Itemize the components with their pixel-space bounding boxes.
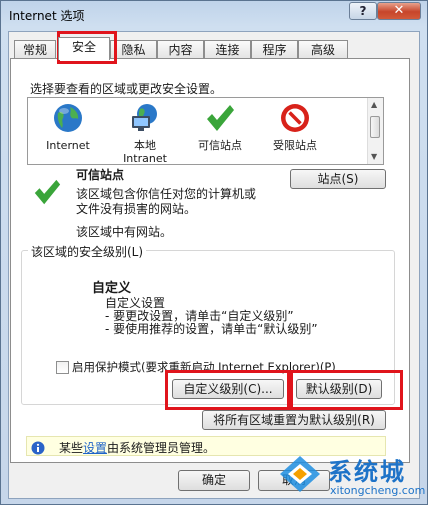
zone-restricted-label: 受限站点 <box>273 139 317 152</box>
selected-zone-status: 该区域中有网站。 <box>76 225 173 239</box>
tab-programs[interactable]: 程序 <box>251 40 298 59</box>
watermark-brand: 系统城 <box>328 458 406 486</box>
selected-zone-name: 可信站点 <box>76 168 125 182</box>
zone-intranet-label-1: 本地 <box>134 139 156 152</box>
admin-notice-text: 某些设置由系统管理员管理。 <box>59 439 215 456</box>
ok-button[interactable]: 确定 <box>178 470 250 491</box>
zone-prompt: 选择要查看的区域或更改安全设置。 <box>30 82 223 96</box>
scroll-down-icon[interactable]: ▼ <box>371 152 377 161</box>
info-icon <box>31 441 45 455</box>
watermark-logo-icon <box>280 456 320 492</box>
reset-all-zones-button[interactable]: 将所有区域重置为默认级别(R) <box>202 410 386 430</box>
zone-local-intranet[interactable]: 本地 Intranet <box>113 98 177 165</box>
watermark: 系统城 xitongcheng.com <box>272 450 428 505</box>
tab-content[interactable]: 内容 <box>157 40 204 59</box>
highlight-custom-level <box>165 370 290 410</box>
tab-connections[interactable]: 连接 <box>204 40 251 59</box>
no-entry-icon <box>281 104 309 132</box>
zone-internet[interactable]: Internet <box>38 98 98 152</box>
zone-list-scrollbar[interactable]: ▲ ▼ <box>367 98 383 164</box>
zone-list: Internet 本地 Intranet 可信站点 受限站点 ▲ ▼ <box>27 97 384 165</box>
zone-intranet-label-2: Intranet <box>123 152 167 165</box>
watermark-url: xitongcheng.com <box>330 484 426 497</box>
admin-settings-link[interactable]: 设置 <box>83 441 107 455</box>
security-level-line-3: - 要使用推荐的设置，请单击“默认级别” <box>105 322 318 336</box>
zone-trusted-sites[interactable]: 可信站点 <box>188 98 252 152</box>
green-check-icon <box>207 105 234 131</box>
zone-internet-label: Internet <box>46 139 90 152</box>
scroll-up-icon[interactable]: ▲ <box>371 100 377 109</box>
trusted-check-icon <box>34 179 61 205</box>
scroll-thumb[interactable] <box>370 116 380 138</box>
selected-zone-desc-2: 文件没有损害的网站。 <box>76 202 197 216</box>
intranet-computer-icon <box>132 104 157 131</box>
help-button[interactable]: ? <box>349 2 377 20</box>
protected-mode-checkbox[interactable] <box>56 361 69 374</box>
tab-advanced[interactable]: 高级 <box>298 40 348 59</box>
tab-general[interactable]: 常规 <box>14 40 56 59</box>
tab-security[interactable]: 安全 <box>58 37 110 60</box>
highlight-default-level <box>290 370 403 410</box>
globe-icon <box>54 104 82 132</box>
security-level-group-label: 该区域的安全级别(L) <box>28 243 147 260</box>
tab-privacy[interactable]: 隐私 <box>110 40 157 59</box>
admin-notice-suffix: 由系统管理员管理。 <box>107 441 216 455</box>
window-title: Internet 选项 <box>9 9 85 23</box>
title-bar[interactable]: Internet 选项 ? ✕ <box>1 1 427 29</box>
close-button[interactable]: ✕ <box>377 2 421 20</box>
zone-trusted-label: 可信站点 <box>198 139 242 152</box>
sites-button[interactable]: 站点(S) <box>290 169 386 189</box>
admin-notice-prefix: 某些 <box>59 441 84 455</box>
zone-restricted-sites[interactable]: 受限站点 <box>263 98 327 152</box>
